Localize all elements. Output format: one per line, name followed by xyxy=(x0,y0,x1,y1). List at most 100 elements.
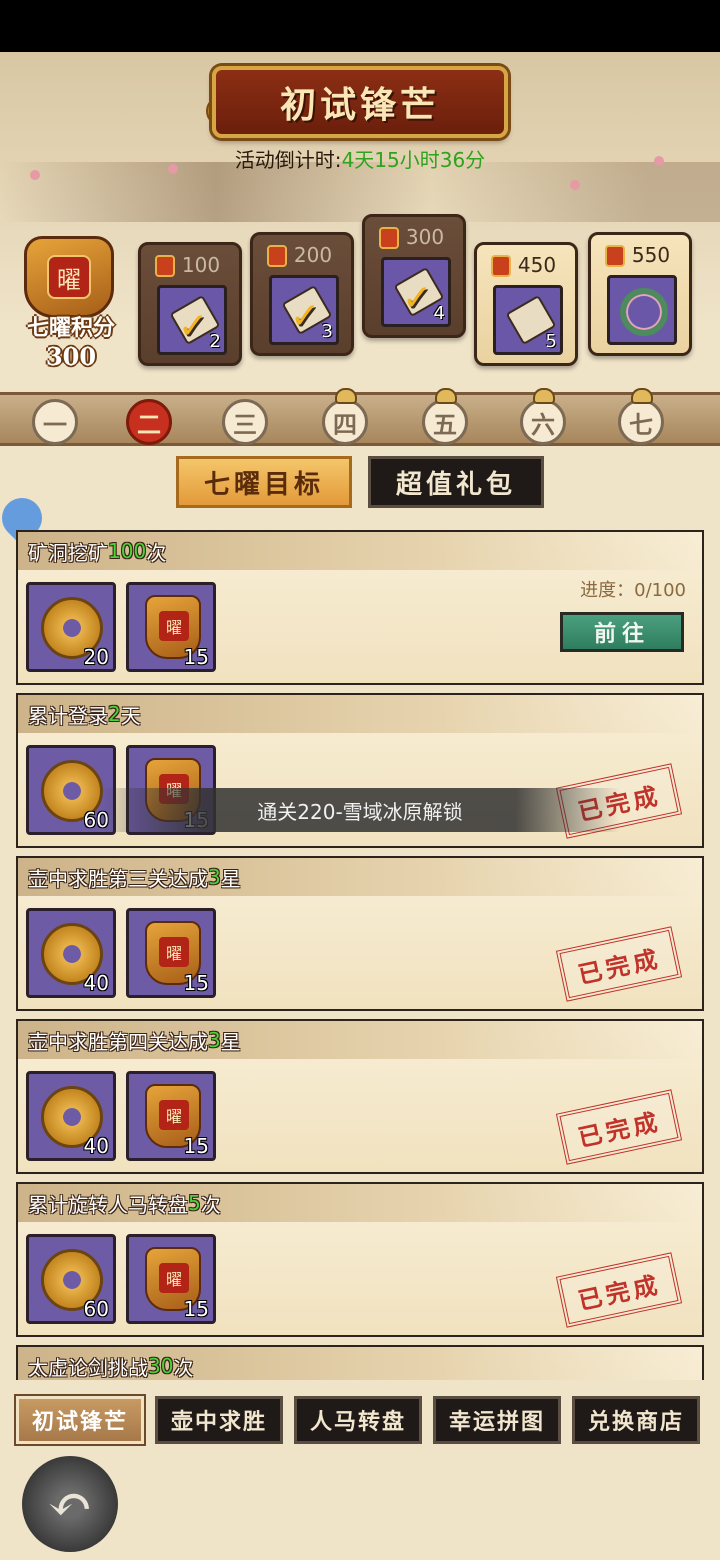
day-tab-1[interactable]: 一 xyxy=(32,399,78,445)
task-target: 30 xyxy=(148,1354,174,1378)
task-unit: 次 xyxy=(146,540,167,565)
task-target: 3 xyxy=(208,865,221,889)
reward-slot: ✓ 3 xyxy=(269,275,339,345)
completed-stamp: 已完成 xyxy=(555,1252,683,1328)
back-button[interactable]: ↶ xyxy=(22,1456,118,1552)
reward-item-token[interactable]: 15 xyxy=(126,1071,216,1161)
reward-item-token[interactable]: 15 xyxy=(126,908,216,998)
nav-lucky-puzzle[interactable]: 幸运拼图 xyxy=(433,1396,561,1444)
milestone-points: 550 xyxy=(631,243,671,267)
task-title: 矿洞挖矿 100 次 xyxy=(18,532,702,570)
day-label: 五 xyxy=(433,409,457,439)
nav-label: 初试锋芒 xyxy=(31,1409,128,1435)
reward-count: 5 xyxy=(545,331,557,352)
milestone-reward-450[interactable]: 450 5 xyxy=(474,242,578,366)
reward-slot: 5 xyxy=(493,285,563,355)
task-title-text: 太虚论剑挑战 xyxy=(28,1355,148,1380)
claimed-check-icon: ✓ xyxy=(178,306,209,347)
reward-count: 15 xyxy=(183,971,209,995)
lock-icon xyxy=(631,388,653,404)
day-label: 二 xyxy=(137,409,161,439)
task-unit: 次 xyxy=(173,1355,194,1380)
task-title-text: 壶中求胜第三关达成 xyxy=(28,866,208,891)
task-card: 壶中求胜第三关达成3星 40 15 已完成 xyxy=(16,856,704,1011)
task-title-text: 累计登录 xyxy=(28,703,108,728)
reward-slot xyxy=(607,275,677,345)
milestone-reward-550[interactable]: 550 xyxy=(588,232,692,356)
reward-item-coin[interactable]: 20 xyxy=(26,582,116,672)
nav-label: 幸运拼图 xyxy=(448,1409,545,1435)
score-label: 七曜积分 xyxy=(26,315,115,341)
nav-label: 兑换商店 xyxy=(587,1409,684,1435)
reward-count: 40 xyxy=(83,1134,109,1158)
reward-count: 15 xyxy=(183,1134,209,1158)
blossom-icon xyxy=(570,180,580,190)
day-label: 四 xyxy=(333,409,357,439)
reward-count: 2 xyxy=(209,331,221,352)
milestone-reward-200[interactable]: 200 ✓ 3 xyxy=(250,232,354,356)
task-progress: 进度：0/100 xyxy=(580,580,686,601)
milestone-points: 450 xyxy=(517,253,557,277)
score-medal-icon: 曜 xyxy=(24,236,114,318)
flower-wreath-icon xyxy=(620,288,668,336)
event-title-plaque: 初试锋芒 xyxy=(212,66,508,138)
milestone-reward-300[interactable]: 300 ✓ 4 xyxy=(362,214,466,338)
go-button[interactable]: 前往 xyxy=(560,612,684,652)
event-title: 初试锋芒 xyxy=(279,84,440,126)
task-title-text: 累计旋转人马转盘 xyxy=(28,1192,188,1217)
day-tab-4[interactable]: 四 xyxy=(322,388,368,445)
back-arrow-icon: ↶ xyxy=(47,1472,93,1536)
reward-item-token[interactable]: 15 xyxy=(126,1234,216,1324)
reward-count: 4 xyxy=(433,303,445,324)
tab-goals[interactable]: 七曜目标 xyxy=(176,456,352,508)
task-target: 100 xyxy=(108,539,147,563)
reward-count: 40 xyxy=(83,971,109,995)
milestone-points: 300 xyxy=(405,225,445,249)
task-target: 5 xyxy=(188,1191,201,1215)
tab-packs[interactable]: 超值礼包 xyxy=(368,456,544,508)
nav-pot-victory[interactable]: 壶中求胜 xyxy=(155,1396,283,1444)
reward-count: 60 xyxy=(83,1297,109,1321)
nav-first-trial[interactable]: 初试锋芒 xyxy=(16,1396,144,1444)
milestone-reward-100[interactable]: 100 ✓ 2 xyxy=(138,242,242,366)
tab-goals-label: 七曜目标 xyxy=(203,469,324,500)
task-unit: 星 xyxy=(220,1029,241,1054)
task-title: 累计旋转人马转盘 5 次 xyxy=(18,1184,702,1222)
nav-centaur-wheel[interactable]: 人马转盘 xyxy=(294,1396,422,1444)
reward-item-token[interactable]: 15 xyxy=(126,582,216,672)
reward-item-coin[interactable]: 60 xyxy=(26,1234,116,1324)
task-unit: 天 xyxy=(120,703,141,728)
reward-item-coin[interactable]: 40 xyxy=(26,908,116,998)
medal-char: 曜 xyxy=(47,255,91,299)
task-target: 2 xyxy=(108,702,121,726)
task-title-text: 矿洞挖矿 xyxy=(28,540,108,565)
task-title: 壶中求胜第三关达成 3 星 xyxy=(18,858,702,896)
task-title: 壶中求胜第四关达成 3 星 xyxy=(18,1021,702,1059)
task-list[interactable]: 矿洞挖矿100次 20 15 进度：0/100 前往 累计登录2天 60 15 … xyxy=(16,530,704,1380)
day-label: 三 xyxy=(233,409,257,439)
task-card: 壶中求胜第四关达成3星 40 15 已完成 xyxy=(16,1019,704,1174)
task-title: 太虚论剑挑战 30 次 xyxy=(18,1347,702,1380)
day-tab-3[interactable]: 三 xyxy=(222,399,268,445)
reward-slot: ✓ 2 xyxy=(157,285,227,355)
event-screen: 初试锋芒 活动倒计时:4天15小时36分 曜 七曜积分 300 100 ✓ 2 … xyxy=(0,52,720,1560)
nav-exchange-shop[interactable]: 兑换商店 xyxy=(572,1396,700,1444)
day-label: 六 xyxy=(531,409,555,439)
score-value: 300 xyxy=(45,342,97,371)
task-title-text: 壶中求胜第四关达成 xyxy=(28,1029,208,1054)
reward-item-coin[interactable]: 40 xyxy=(26,1071,116,1161)
lock-icon xyxy=(335,388,357,404)
task-title: 累计登录 2 天 xyxy=(18,695,702,733)
task-card: 累计旋转人马转盘5次 60 15 已完成 xyxy=(16,1182,704,1337)
lock-icon xyxy=(435,388,457,404)
task-unit: 星 xyxy=(220,866,241,891)
countdown-value: 4天15小时36分 xyxy=(341,148,486,172)
task-target: 3 xyxy=(208,1028,221,1052)
completed-stamp: 已完成 xyxy=(555,1089,683,1165)
day-tab-5[interactable]: 五 xyxy=(422,388,468,445)
day-tab-7[interactable]: 七 xyxy=(618,388,664,445)
claimed-check-icon: ✓ xyxy=(290,296,321,337)
milestone-points: 200 xyxy=(293,243,333,267)
day-tab-2[interactable]: 二 xyxy=(126,399,172,445)
day-tab-6[interactable]: 六 xyxy=(520,388,566,445)
